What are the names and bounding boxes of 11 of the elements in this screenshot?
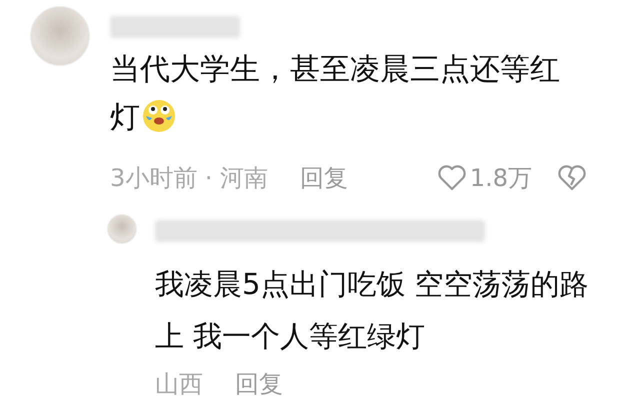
crying-laughing-emoji-icon	[142, 99, 176, 133]
heart-icon[interactable]	[438, 165, 466, 191]
broken-heart-icon[interactable]	[558, 165, 586, 191]
avatar[interactable]	[107, 214, 137, 244]
comment-text: 当代大学生，甚至凌晨三点还等红灯	[110, 51, 561, 137]
reply-link[interactable]: 回复	[300, 162, 348, 194]
reply-link[interactable]: 回复	[235, 368, 283, 400]
like-count: 1.8万	[470, 163, 532, 194]
comment-meta: 山西	[155, 369, 203, 400]
comment-text: 我凌晨5点出门吃饭 空空荡荡的路上 我一个人等红绿灯	[155, 266, 590, 355]
comment-meta: 3小时前 · 河南	[110, 163, 268, 194]
